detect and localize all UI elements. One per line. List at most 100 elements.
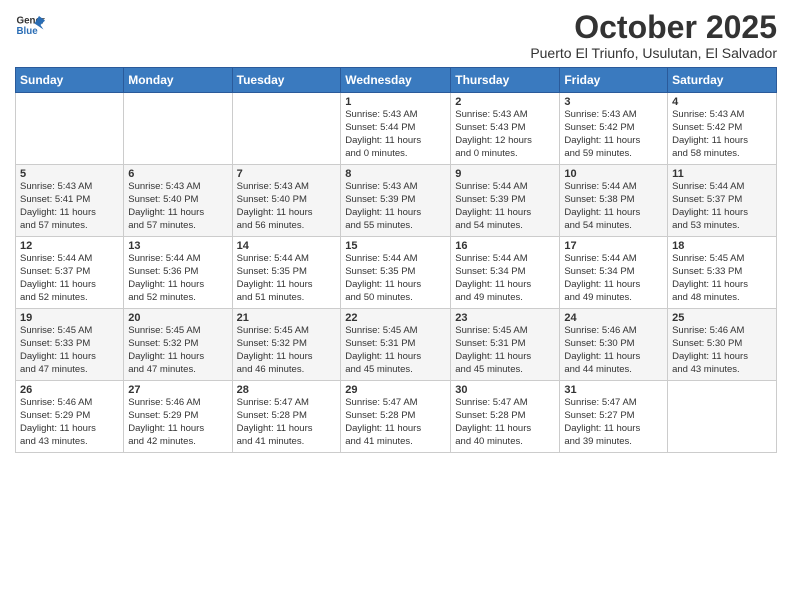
day-number: 10 (564, 168, 663, 180)
table-row: 8Sunrise: 5:43 AMSunset: 5:39 PMDaylight… (341, 165, 451, 237)
day-number: 29 (345, 384, 446, 396)
day-number: 12 (20, 240, 119, 252)
day-info: Sunrise: 5:43 AMSunset: 5:42 PMDaylight:… (564, 109, 663, 160)
day-info: Sunrise: 5:47 AMSunset: 5:28 PMDaylight:… (237, 397, 337, 448)
col-saturday: Saturday (668, 68, 777, 93)
day-number: 22 (345, 312, 446, 324)
day-number: 30 (455, 384, 555, 396)
day-number: 9 (455, 168, 555, 180)
table-row: 25Sunrise: 5:46 AMSunset: 5:30 PMDayligh… (668, 309, 777, 381)
day-number: 28 (237, 384, 337, 396)
day-number: 16 (455, 240, 555, 252)
day-info: Sunrise: 5:44 AMSunset: 5:35 PMDaylight:… (237, 253, 337, 304)
calendar-header-row: Sunday Monday Tuesday Wednesday Thursday… (16, 68, 777, 93)
table-row: 1Sunrise: 5:43 AMSunset: 5:44 PMDaylight… (341, 93, 451, 165)
day-number: 8 (345, 168, 446, 180)
day-info: Sunrise: 5:44 AMSunset: 5:39 PMDaylight:… (455, 181, 555, 232)
day-info: Sunrise: 5:43 AMSunset: 5:42 PMDaylight:… (672, 109, 772, 160)
day-info: Sunrise: 5:44 AMSunset: 5:37 PMDaylight:… (20, 253, 119, 304)
logo-icon: General Blue (15, 10, 45, 40)
day-info: Sunrise: 5:46 AMSunset: 5:30 PMDaylight:… (672, 325, 772, 376)
table-row: 12Sunrise: 5:44 AMSunset: 5:37 PMDayligh… (16, 237, 124, 309)
location-subtitle: Puerto El Triunfo, Usulutan, El Salvador (530, 45, 777, 61)
col-tuesday: Tuesday (232, 68, 341, 93)
day-number: 14 (237, 240, 337, 252)
day-info: Sunrise: 5:43 AMSunset: 5:40 PMDaylight:… (237, 181, 337, 232)
logo: General Blue (15, 10, 47, 40)
table-row: 4Sunrise: 5:43 AMSunset: 5:42 PMDaylight… (668, 93, 777, 165)
calendar-week-row: 19Sunrise: 5:45 AMSunset: 5:33 PMDayligh… (16, 309, 777, 381)
header: General Blue October 2025 Puerto El Triu… (15, 10, 777, 61)
month-title: October 2025 (530, 10, 777, 45)
day-info: Sunrise: 5:44 AMSunset: 5:38 PMDaylight:… (564, 181, 663, 232)
table-row: 13Sunrise: 5:44 AMSunset: 5:36 PMDayligh… (124, 237, 232, 309)
day-number: 31 (564, 384, 663, 396)
day-number: 27 (128, 384, 227, 396)
day-info: Sunrise: 5:45 AMSunset: 5:31 PMDaylight:… (345, 325, 446, 376)
col-sunday: Sunday (16, 68, 124, 93)
table-row: 11Sunrise: 5:44 AMSunset: 5:37 PMDayligh… (668, 165, 777, 237)
table-row: 28Sunrise: 5:47 AMSunset: 5:28 PMDayligh… (232, 381, 341, 453)
day-number: 26 (20, 384, 119, 396)
day-number: 1 (345, 96, 446, 108)
day-number: 25 (672, 312, 772, 324)
day-info: Sunrise: 5:45 AMSunset: 5:32 PMDaylight:… (128, 325, 227, 376)
title-block: October 2025 Puerto El Triunfo, Usulutan… (530, 10, 777, 61)
day-number: 18 (672, 240, 772, 252)
day-info: Sunrise: 5:45 AMSunset: 5:31 PMDaylight:… (455, 325, 555, 376)
table-row: 23Sunrise: 5:45 AMSunset: 5:31 PMDayligh… (451, 309, 560, 381)
day-number: 4 (672, 96, 772, 108)
table-row: 3Sunrise: 5:43 AMSunset: 5:42 PMDaylight… (560, 93, 668, 165)
day-info: Sunrise: 5:46 AMSunset: 5:29 PMDaylight:… (128, 397, 227, 448)
col-wednesday: Wednesday (341, 68, 451, 93)
day-info: Sunrise: 5:47 AMSunset: 5:28 PMDaylight:… (345, 397, 446, 448)
table-row (232, 93, 341, 165)
table-row: 22Sunrise: 5:45 AMSunset: 5:31 PMDayligh… (341, 309, 451, 381)
table-row: 5Sunrise: 5:43 AMSunset: 5:41 PMDaylight… (16, 165, 124, 237)
table-row: 9Sunrise: 5:44 AMSunset: 5:39 PMDaylight… (451, 165, 560, 237)
day-number: 19 (20, 312, 119, 324)
table-row: 27Sunrise: 5:46 AMSunset: 5:29 PMDayligh… (124, 381, 232, 453)
table-row: 17Sunrise: 5:44 AMSunset: 5:34 PMDayligh… (560, 237, 668, 309)
table-row (16, 93, 124, 165)
page: General Blue October 2025 Puerto El Triu… (0, 0, 792, 612)
day-number: 6 (128, 168, 227, 180)
table-row: 26Sunrise: 5:46 AMSunset: 5:29 PMDayligh… (16, 381, 124, 453)
day-info: Sunrise: 5:44 AMSunset: 5:35 PMDaylight:… (345, 253, 446, 304)
calendar-week-row: 1Sunrise: 5:43 AMSunset: 5:44 PMDaylight… (16, 93, 777, 165)
day-info: Sunrise: 5:44 AMSunset: 5:36 PMDaylight:… (128, 253, 227, 304)
table-row (668, 381, 777, 453)
table-row: 15Sunrise: 5:44 AMSunset: 5:35 PMDayligh… (341, 237, 451, 309)
table-row: 7Sunrise: 5:43 AMSunset: 5:40 PMDaylight… (232, 165, 341, 237)
day-info: Sunrise: 5:47 AMSunset: 5:27 PMDaylight:… (564, 397, 663, 448)
day-number: 13 (128, 240, 227, 252)
day-number: 11 (672, 168, 772, 180)
calendar-week-row: 12Sunrise: 5:44 AMSunset: 5:37 PMDayligh… (16, 237, 777, 309)
table-row: 10Sunrise: 5:44 AMSunset: 5:38 PMDayligh… (560, 165, 668, 237)
day-info: Sunrise: 5:45 AMSunset: 5:32 PMDaylight:… (237, 325, 337, 376)
calendar-week-row: 5Sunrise: 5:43 AMSunset: 5:41 PMDaylight… (16, 165, 777, 237)
day-info: Sunrise: 5:45 AMSunset: 5:33 PMDaylight:… (20, 325, 119, 376)
day-number: 20 (128, 312, 227, 324)
table-row: 30Sunrise: 5:47 AMSunset: 5:28 PMDayligh… (451, 381, 560, 453)
table-row: 20Sunrise: 5:45 AMSunset: 5:32 PMDayligh… (124, 309, 232, 381)
day-number: 23 (455, 312, 555, 324)
day-info: Sunrise: 5:43 AMSunset: 5:44 PMDaylight:… (345, 109, 446, 160)
day-number: 5 (20, 168, 119, 180)
day-info: Sunrise: 5:44 AMSunset: 5:37 PMDaylight:… (672, 181, 772, 232)
table-row: 14Sunrise: 5:44 AMSunset: 5:35 PMDayligh… (232, 237, 341, 309)
day-info: Sunrise: 5:43 AMSunset: 5:39 PMDaylight:… (345, 181, 446, 232)
calendar-week-row: 26Sunrise: 5:46 AMSunset: 5:29 PMDayligh… (16, 381, 777, 453)
day-info: Sunrise: 5:46 AMSunset: 5:29 PMDaylight:… (20, 397, 119, 448)
col-thursday: Thursday (451, 68, 560, 93)
table-row: 29Sunrise: 5:47 AMSunset: 5:28 PMDayligh… (341, 381, 451, 453)
table-row: 6Sunrise: 5:43 AMSunset: 5:40 PMDaylight… (124, 165, 232, 237)
table-row: 31Sunrise: 5:47 AMSunset: 5:27 PMDayligh… (560, 381, 668, 453)
day-number: 21 (237, 312, 337, 324)
day-info: Sunrise: 5:46 AMSunset: 5:30 PMDaylight:… (564, 325, 663, 376)
day-number: 24 (564, 312, 663, 324)
col-monday: Monday (124, 68, 232, 93)
table-row: 18Sunrise: 5:45 AMSunset: 5:33 PMDayligh… (668, 237, 777, 309)
col-friday: Friday (560, 68, 668, 93)
day-info: Sunrise: 5:43 AMSunset: 5:43 PMDaylight:… (455, 109, 555, 160)
